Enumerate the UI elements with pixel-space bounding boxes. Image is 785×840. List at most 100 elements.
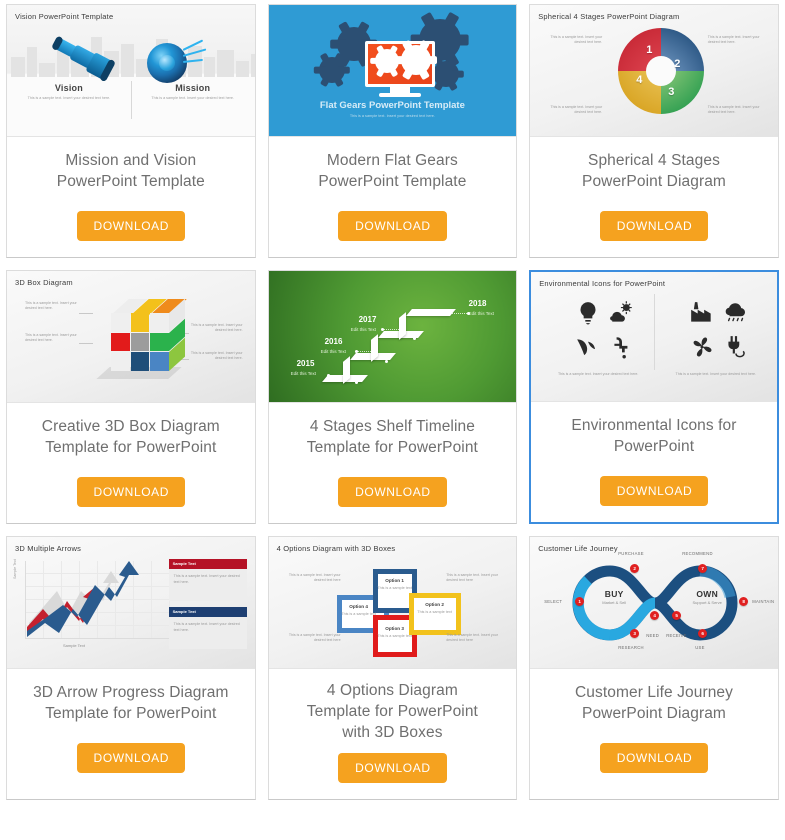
3d-box-diagram	[93, 298, 187, 379]
thumbnail-customer-life-journey[interactable]: Customer Life Journey BUY Market & Sell …	[530, 536, 778, 669]
gear-icon	[313, 52, 350, 88]
thumbnail-3d-arrow-progress[interactable]: 3D Multiple Arrows Sample Text Sample Te…	[7, 536, 255, 669]
panel-body: This is a sample text. Insert your desir…	[173, 573, 240, 584]
card-title-line: Template for PowerPoint	[45, 704, 217, 722]
card-title: 4 Stages Shelf Timeline Template for Pow…	[307, 417, 478, 459]
download-button[interactable]: DOWNLOAD	[338, 210, 447, 241]
timeline-year: 2018	[468, 298, 487, 308]
template-card-mission-and-vision[interactable]: Vision PowerPoint Template Vision This i…	[6, 4, 256, 258]
option-label: Option 2 This is a sample text	[417, 602, 452, 615]
card-title-line: Template for PowerPoint	[306, 438, 478, 456]
card-body: Environmental Icons for PowerPoint DOWNL…	[531, 402, 777, 522]
card-body: 4 Options Diagram Template for PowerPoin…	[269, 669, 517, 800]
y-axis-label: Sample Text	[13, 558, 17, 579]
mission-column: Mission This is a sample text. Insert yo…	[131, 83, 255, 102]
leaf-icon	[577, 339, 596, 355]
journey-node: 5	[672, 610, 682, 620]
template-card-4-stages-shelf-timeline[interactable]: 2015 Edit this Text 2016 Edit this Text …	[267, 269, 518, 524]
thumbnail-note: This is a sample text. Insert your desir…	[707, 105, 760, 115]
journey-node-label: RECEIVE	[666, 632, 687, 638]
factory-icon	[691, 302, 711, 322]
download-button[interactable]: DOWNLOAD	[338, 476, 447, 507]
grid-cell: 2015 Edit this Text 2016 Edit this Text …	[262, 266, 524, 532]
download-button[interactable]: DOWNLOAD	[76, 476, 186, 507]
template-card-modern-flat-gears[interactable]: Flat Gears PowerPoint Template This is a…	[267, 4, 518, 258]
journey-node: 2	[630, 563, 640, 573]
card-body: 4 Stages Shelf Timeline Template for Pow…	[269, 403, 517, 523]
thumbnail-note: This is a sample text. Insert your desir…	[288, 632, 341, 642]
journey-node-label: MAINTAIN	[752, 598, 775, 604]
template-card-customer-life-journey[interactable]: Customer Life Journey BUY Market & Sell …	[529, 535, 779, 801]
thumbnail-note: This is a sample text. Insert your desir…	[190, 350, 243, 361]
thumbnail-environmental-icons[interactable]: Environmental Icons for PowerPoint This …	[531, 271, 777, 402]
monitor-base	[378, 93, 421, 97]
download-button[interactable]: DOWNLOAD	[76, 742, 186, 773]
faucet-icon	[614, 337, 628, 359]
journey-node-label: NEED	[646, 632, 660, 638]
grid-cell: 3D Multiple Arrows Sample Text Sample Te…	[0, 532, 262, 809]
thumbnail-heading: Vision PowerPoint Template	[15, 12, 114, 21]
journey-node-label: PURCHASE	[618, 550, 644, 556]
template-card-4-options-3d-boxes[interactable]: 4 Options Diagram with 3D Boxes This is …	[267, 535, 518, 801]
thumbnail-spherical-4-stages[interactable]: Spherical 4 Stages PowerPoint Diagram Th…	[530, 5, 778, 137]
thumbnail-4-options-3d-boxes[interactable]: 4 Options Diagram with 3D Boxes This is …	[268, 536, 517, 669]
grid-cell: 3D Box Diagram This is a sample text. In…	[0, 266, 262, 532]
download-button[interactable]: DOWNLOAD	[338, 753, 447, 784]
thumbnail-heading: Spherical 4 Stages PowerPoint Diagram	[538, 12, 680, 21]
grid-cell: Customer Life Journey BUY Market & Sell …	[523, 532, 785, 809]
timeline-year: 2015	[296, 358, 315, 368]
journey-node: 3	[630, 628, 640, 638]
journey-node-label: USE	[695, 644, 705, 650]
timeline-year: 2017	[358, 314, 377, 324]
card-body: Modern Flat Gears PowerPoint Template DO…	[269, 137, 517, 257]
vision-column: Vision This is a sample text. Insert you…	[7, 83, 131, 102]
card-title-line: PowerPoint	[613, 437, 695, 455]
grid-cell: Vision PowerPoint Template Vision This i…	[0, 0, 262, 266]
template-card-3d-arrow-progress[interactable]: 3D Multiple Arrows Sample Text Sample Te…	[6, 535, 256, 801]
thumbnail-note: This is a sample text. Insert your desir…	[557, 371, 639, 376]
download-button[interactable]: DOWNLOAD	[76, 210, 186, 241]
template-card-environmental-icons[interactable]: Environmental Icons for PowerPoint This …	[529, 269, 779, 524]
card-title-line: 4 Options Diagram	[326, 681, 458, 699]
card-title-line: PowerPoint Template	[318, 172, 467, 190]
panel-header: Sample Text	[168, 558, 247, 569]
template-card-grid: Vision PowerPoint Template Vision This i…	[0, 0, 785, 808]
arrow-graphic	[27, 560, 139, 637]
journey-node: 6	[698, 628, 708, 638]
card-title-line: PowerPoint Diagram	[582, 172, 726, 190]
card-title-line: Creative 3D Box Diagram	[41, 417, 220, 435]
city-skyline-icon	[7, 29, 255, 77]
card-title-line: PowerPoint Template	[56, 172, 205, 190]
mission-text: This is a sample text. Insert your desir…	[151, 96, 234, 100]
panel-body: This is a sample text. Insert your desir…	[173, 621, 240, 632]
stage-number: 3	[668, 86, 675, 98]
thumbnail-4-stages-shelf-timeline[interactable]: 2015 Edit this Text 2016 Edit this Text …	[268, 270, 517, 403]
thumbnail-heading: 3D Box Diagram	[15, 277, 73, 287]
thumbnail-modern-flat-gears[interactable]: Flat Gears PowerPoint Template This is a…	[268, 5, 517, 137]
stage-number: 1	[646, 44, 653, 56]
download-button[interactable]: DOWNLOAD	[599, 742, 709, 773]
power-plug-icon	[728, 336, 745, 358]
thumbnail-creative-3d-box[interactable]: 3D Box Diagram This is a sample text. In…	[7, 270, 255, 403]
thumbnail-note: This is a sample text. Insert your desir…	[25, 300, 77, 311]
template-card-creative-3d-box[interactable]: 3D Box Diagram This is a sample text. In…	[6, 269, 256, 524]
card-title-line: 3D Arrow Progress Diagram	[33, 683, 229, 701]
sun-cloud-icon	[610, 301, 632, 322]
card-body: 3D Arrow Progress Diagram Template for P…	[7, 669, 255, 800]
journey-node: 1	[575, 596, 585, 606]
template-card-spherical-4-stages[interactable]: Spherical 4 Stages PowerPoint Diagram Th…	[529, 4, 779, 258]
vision-text: This is a sample text. Insert your desir…	[27, 96, 111, 100]
journey-node: 7	[698, 563, 708, 573]
card-title-line: Spherical 4 Stages	[588, 152, 720, 169]
journey-node-label: RESEARCH	[618, 644, 644, 650]
thumbnail-mission-and-vision[interactable]: Vision PowerPoint Template Vision This i…	[7, 5, 255, 137]
download-button[interactable]: DOWNLOAD	[599, 475, 709, 506]
download-button[interactable]: DOWNLOAD	[599, 210, 709, 241]
thumbnail-note: This is a sample text. Insert your desir…	[550, 105, 603, 115]
card-title-line: Template for PowerPoint	[306, 702, 478, 720]
thumbnail-note: This is a sample text. Insert your desir…	[446, 572, 498, 582]
x-axis-label: Sample Text	[63, 642, 85, 648]
info-panel: Sample Text This is a sample text. Inser…	[168, 606, 247, 649]
grid-cell: Flat Gears PowerPoint Template This is a…	[262, 0, 524, 266]
card-title-line: Template for PowerPoint	[45, 438, 217, 456]
